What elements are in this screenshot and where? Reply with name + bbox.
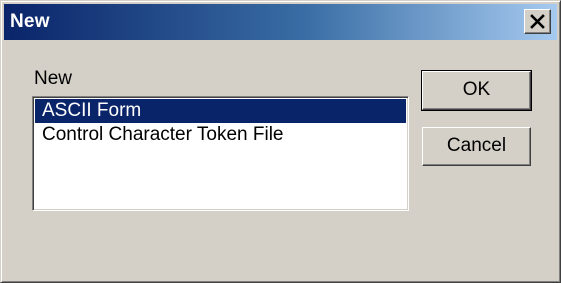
window-title: New [10,11,50,32]
title-bar[interactable]: New [4,4,557,40]
ok-button[interactable]: OK [421,70,532,111]
cancel-button[interactable]: Cancel [422,127,531,166]
close-button[interactable] [524,9,551,34]
list-item-ascii-form[interactable]: ASCII Form [35,99,406,123]
list-item-control-character-token-file[interactable]: Control Character Token File [35,123,406,147]
list-label: New [34,68,73,89]
new-type-listbox[interactable]: ASCII Form Control Character Token File [32,96,409,211]
new-dialog: New New ASCII Form Control Character Tok… [0,0,561,283]
close-icon [530,14,545,29]
